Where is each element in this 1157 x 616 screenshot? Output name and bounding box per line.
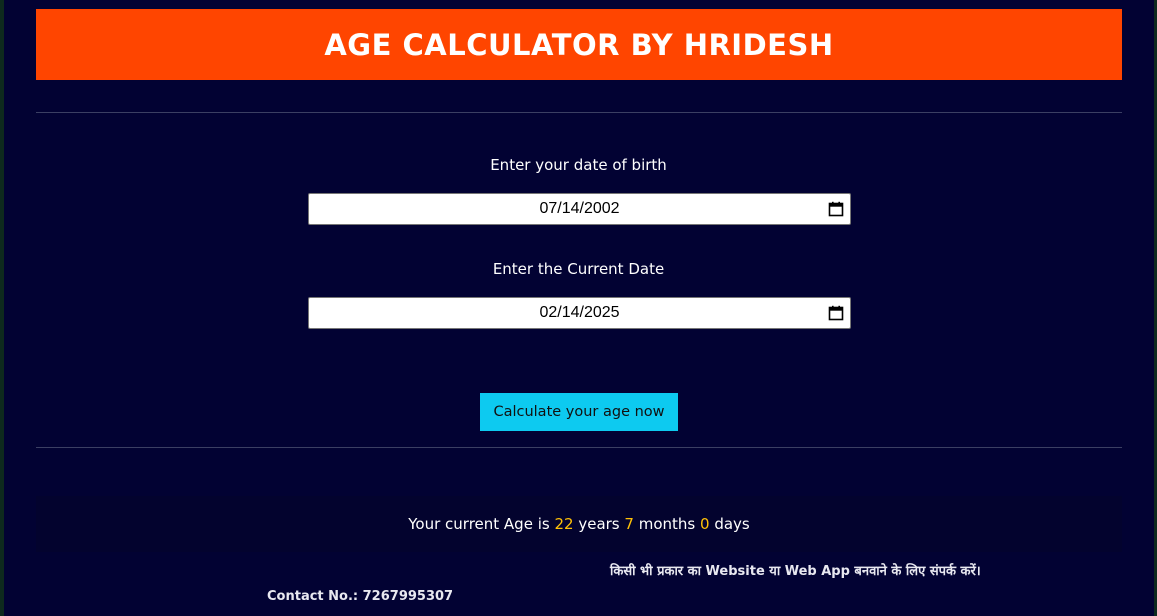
age-result: Your current Age is 22 years 7 months 0 …	[36, 496, 1122, 552]
dob-date-value[interactable]: 07/14/2002	[309, 194, 850, 224]
result-months-value: 7	[624, 515, 634, 533]
page-title: AGE CALCULATOR BY HRIDESH	[324, 27, 834, 62]
result-years-value: 22	[554, 515, 574, 533]
result-months-label: months	[638, 515, 696, 533]
dob-label: Enter your date of birth	[490, 156, 667, 174]
calculate-age-button[interactable]: Calculate your age now	[480, 393, 678, 431]
page-header: AGE CALCULATOR BY HRIDESH	[36, 9, 1122, 80]
left-edge	[0, 0, 4, 616]
contact-number: Contact No.: 7267995307	[267, 589, 454, 604]
result-prefix: Your current Age is	[408, 515, 550, 533]
calendar-icon[interactable]	[828, 305, 844, 321]
calendar-icon[interactable]	[828, 201, 844, 217]
top-divider	[36, 112, 1122, 113]
result-days-label: days	[714, 515, 750, 533]
dob-date-input[interactable]: 07/14/2002	[308, 193, 851, 225]
website-service-note: किसी भी प्रकार का Website या Web App बनव…	[610, 564, 981, 579]
current-date-input[interactable]: 02/14/2025	[308, 297, 851, 329]
result-days-value: 0	[700, 515, 710, 533]
result-years-label: years	[578, 515, 620, 533]
current-date-label: Enter the Current Date	[492, 260, 665, 278]
current-date-value[interactable]: 02/14/2025	[309, 298, 850, 328]
bottom-divider	[36, 447, 1122, 448]
